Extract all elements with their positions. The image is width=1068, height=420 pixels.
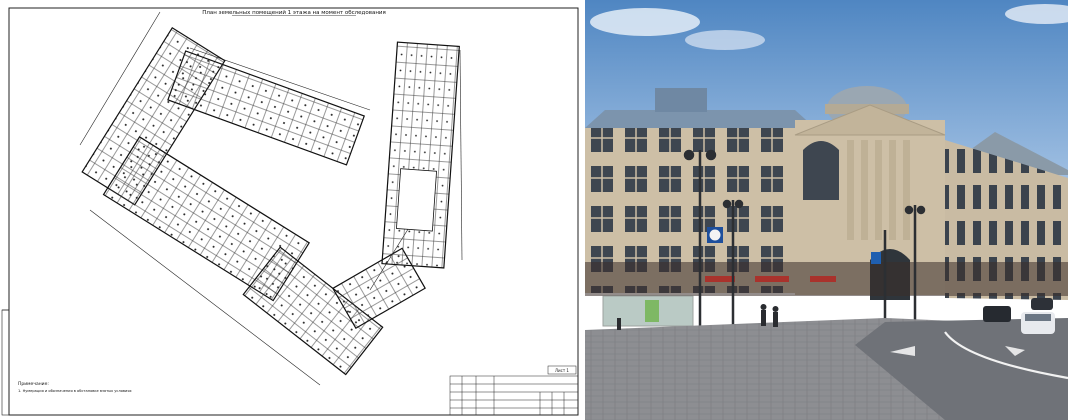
floor-plan-panel: План земельных помещений 1 этажа на моме… — [0, 0, 580, 420]
building-photo — [585, 0, 1068, 420]
drawing-frame — [8, 7, 579, 416]
road-sign — [871, 252, 881, 264]
sheet-label: Лист 1 — [555, 368, 569, 373]
awnings — [705, 276, 836, 282]
photo-scene — [585, 0, 1068, 420]
arched-window — [803, 150, 839, 200]
title-block — [449, 375, 579, 416]
roof-dormer — [655, 88, 707, 112]
notes-heading: Примечание: — [18, 381, 49, 387]
side-stamp — [1, 309, 10, 416]
floor-plan-drawing: План земельных помещений 1 этажа на моме… — [1, 7, 579, 416]
wing-north — [167, 50, 365, 166]
roof-left — [585, 110, 815, 128]
separate-block — [381, 41, 460, 269]
notes-line: 1. Нумерация и обозначения в обстановке … — [18, 389, 133, 393]
cloud — [590, 8, 700, 36]
plan-title: План земельных помещений 1 этажа на моме… — [202, 9, 386, 16]
